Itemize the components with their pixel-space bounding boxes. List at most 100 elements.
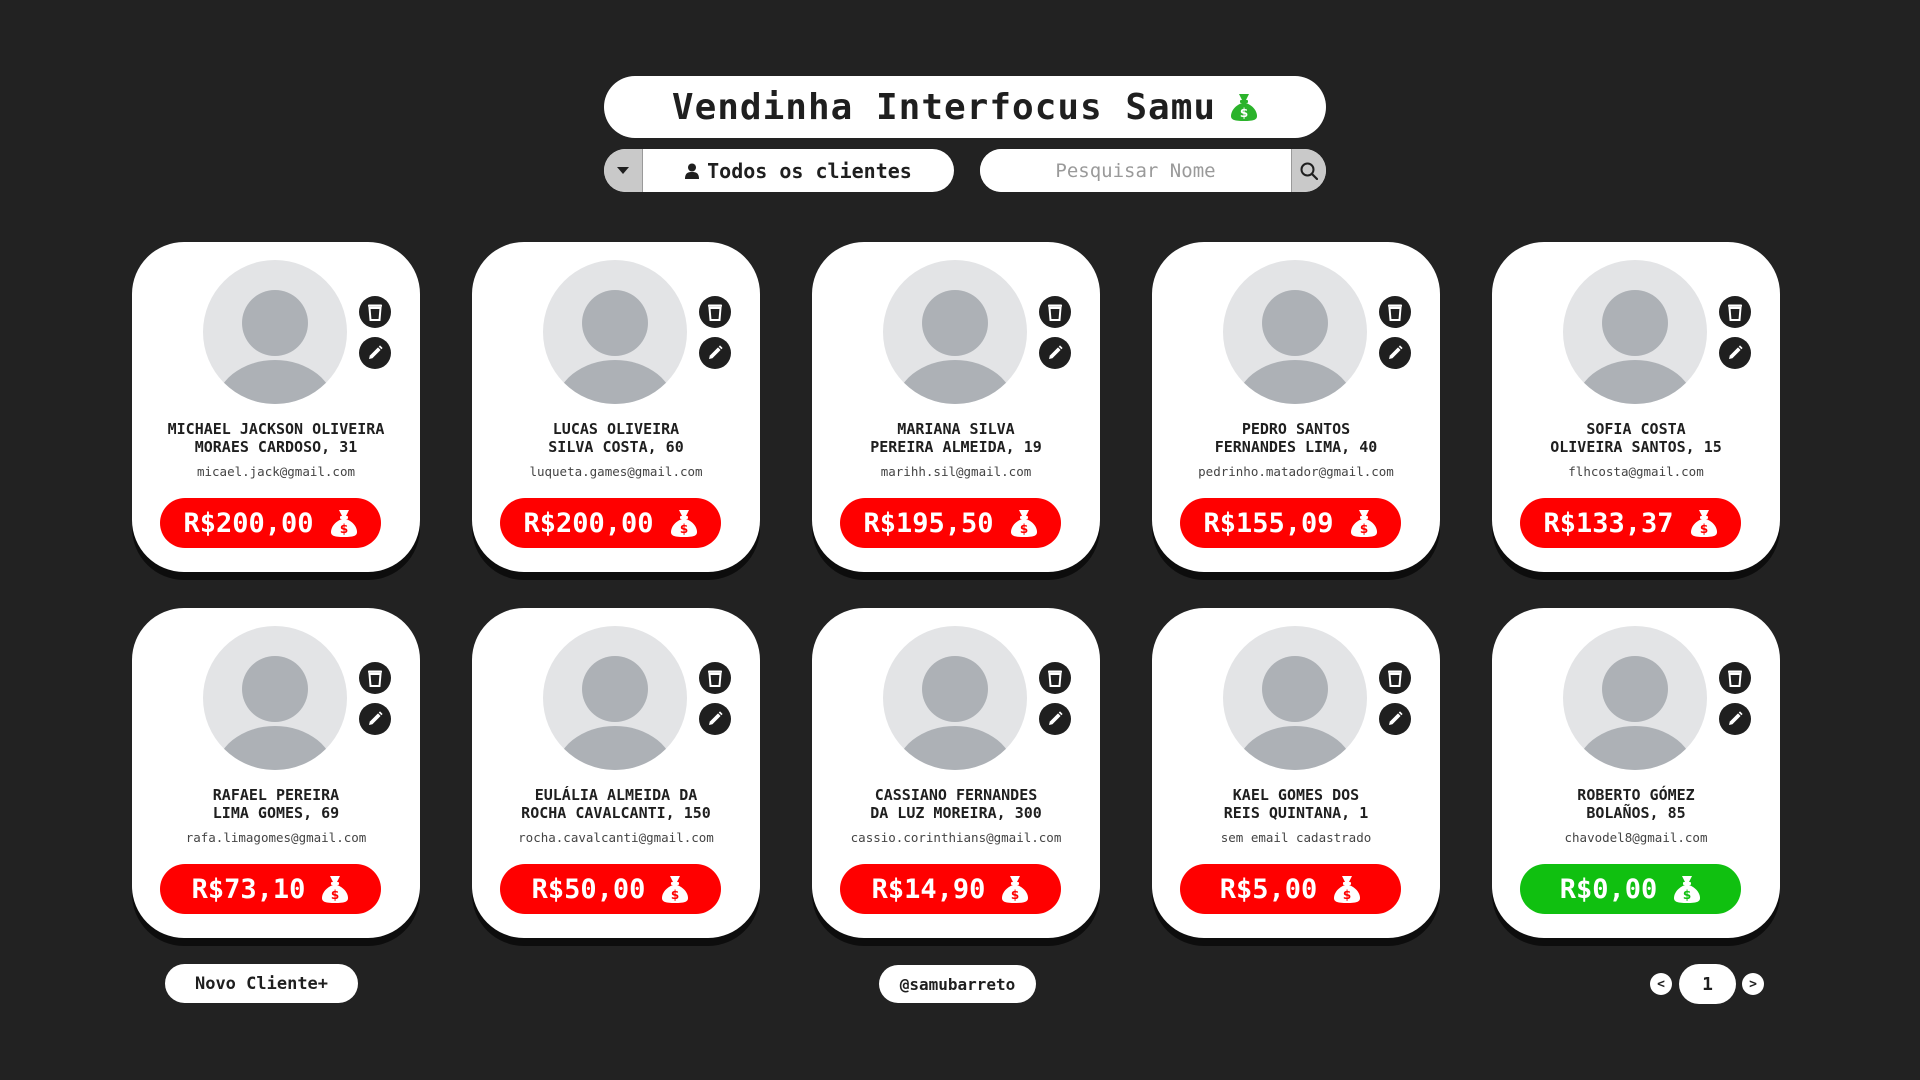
trash-icon [1728, 304, 1742, 321]
pencil-icon [1729, 345, 1743, 359]
client-name: PEDRO SANTOS FERNANDES LIMA, 40 [1162, 420, 1430, 456]
client-card: ROBERTO GÓMEZ BOLAÑOS, 85 chavodel8@gmai… [1492, 608, 1780, 938]
edit-client-button[interactable] [359, 337, 391, 369]
svg-text:$: $ [1683, 888, 1691, 902]
moneybag-icon: $ [330, 510, 357, 537]
search-input[interactable] [980, 149, 1291, 192]
edit-client-button[interactable] [1379, 337, 1411, 369]
pencil-icon [1049, 711, 1063, 725]
edit-client-button[interactable] [1379, 703, 1411, 735]
pagination-next-button[interactable]: > [1742, 973, 1764, 995]
client-email: rafa.limagomes@gmail.com [185, 830, 367, 845]
client-balance-value: R$155,09 [1203, 507, 1334, 539]
filter-dropdown-toggle[interactable] [604, 149, 643, 192]
client-balance-button[interactable]: R$200,00 $ [160, 498, 381, 548]
client-balance-value: R$0,00 [1559, 873, 1658, 905]
client-balance-button[interactable]: R$0,00 $ [1520, 864, 1741, 914]
delete-client-button[interactable] [699, 296, 731, 328]
delete-client-button[interactable] [1039, 296, 1071, 328]
client-filter[interactable]: Todos os clientes [604, 149, 954, 192]
author-credit-link[interactable]: @samubarreto [879, 965, 1036, 1003]
client-balance-button[interactable]: R$200,00 $ [500, 498, 721, 548]
client-email: flhcosta@gmail.com [1568, 464, 1704, 479]
delete-client-button[interactable] [359, 296, 391, 328]
new-client-button[interactable]: Novo Cliente+ [165, 964, 358, 1003]
delete-client-button[interactable] [1719, 296, 1751, 328]
delete-client-button[interactable] [1039, 662, 1071, 694]
moneybag-icon: $ [1674, 876, 1701, 903]
delete-client-button[interactable] [1379, 662, 1411, 694]
client-balance-button[interactable]: R$50,00 $ [500, 864, 721, 914]
client-card: KAEL GOMES DOS REIS QUINTANA, 1 sem emai… [1152, 608, 1440, 938]
client-balance-button[interactable]: R$133,37 $ [1520, 498, 1741, 548]
client-email: rocha.cavalcanti@gmail.com [518, 830, 714, 845]
pencil-icon [369, 711, 383, 725]
title-bar: Vendinha Interfocus Samu $ [604, 76, 1326, 138]
pencil-icon [1389, 345, 1403, 359]
client-name: CASSIANO FERNANDES DA LUZ MOREIRA, 300 [822, 786, 1090, 822]
client-name-line2: ROCHA CAVALCANTI, 150 [521, 804, 711, 822]
filter-selected[interactable]: Todos os clientes [643, 149, 954, 192]
client-name-line1: CASSIANO FERNANDES [874, 786, 1038, 804]
pencil-icon [1049, 345, 1063, 359]
trash-icon [708, 304, 722, 321]
svg-text:$: $ [1359, 522, 1367, 536]
edit-client-button[interactable] [1719, 703, 1751, 735]
moneybag-icon: $ [662, 876, 689, 903]
trash-icon [1388, 670, 1402, 687]
svg-text:$: $ [339, 522, 347, 536]
edit-client-button[interactable] [359, 703, 391, 735]
moneybag-icon: $ [1690, 510, 1717, 537]
client-card: CASSIANO FERNANDES DA LUZ MOREIRA, 300 c… [812, 608, 1100, 938]
delete-client-button[interactable] [359, 662, 391, 694]
client-name: MICHAEL JACKSON OLIVEIRA MORAES CARDOSO,… [142, 420, 410, 456]
default-avatar-icon [883, 626, 1027, 770]
client-balance-button[interactable]: R$73,10 $ [160, 864, 381, 914]
svg-text:$: $ [1019, 522, 1027, 536]
client-balance-button[interactable]: R$5,00 $ [1180, 864, 1401, 914]
client-name-line1: SOFIA COSTA [1586, 420, 1686, 438]
pencil-icon [709, 711, 723, 725]
pagination-prev-button[interactable]: < [1650, 973, 1672, 995]
pagination-current-page: 1 [1679, 964, 1736, 1004]
client-email: sem email cadastrado [1220, 830, 1372, 845]
client-name-line2: FERNANDES LIMA, 40 [1214, 438, 1378, 456]
client-name-line2: MORAES CARDOSO, 31 [194, 438, 358, 456]
trash-icon [1388, 304, 1402, 321]
delete-client-button[interactable] [1719, 662, 1751, 694]
delete-client-button[interactable] [1379, 296, 1411, 328]
trash-icon [1728, 670, 1742, 687]
delete-client-button[interactable] [699, 662, 731, 694]
default-avatar-icon [883, 260, 1027, 404]
edit-client-button[interactable] [699, 337, 731, 369]
edit-client-button[interactable] [1719, 337, 1751, 369]
edit-client-button[interactable] [1039, 337, 1071, 369]
client-balance-button[interactable]: R$155,09 $ [1180, 498, 1401, 548]
client-name-line2: DA LUZ MOREIRA, 300 [870, 804, 1042, 822]
trash-icon [708, 670, 722, 687]
search-button[interactable] [1291, 149, 1326, 192]
moneybag-icon: $ [322, 876, 349, 903]
default-avatar-icon [1223, 260, 1367, 404]
client-name-line2: BOLAÑOS, 85 [1586, 804, 1686, 822]
default-avatar-icon [203, 626, 347, 770]
client-balance-button[interactable]: R$14,90 $ [840, 864, 1061, 914]
client-name-line1: RAFAEL PEREIRA [212, 786, 340, 804]
client-balance-value: R$73,10 [191, 873, 306, 905]
edit-client-button[interactable] [699, 703, 731, 735]
moneybag-icon: $ [670, 510, 697, 537]
svg-text:$: $ [679, 522, 687, 536]
client-card: EULÁLIA ALMEIDA DA ROCHA CAVALCANTI, 150… [472, 608, 760, 938]
client-name-line2: PEREIRA ALMEIDA, 19 [870, 438, 1042, 456]
default-avatar-icon [1563, 626, 1707, 770]
pencil-icon [709, 345, 723, 359]
svg-text:$: $ [671, 888, 679, 902]
svg-text:$: $ [331, 888, 339, 902]
client-name-line2: LIMA GOMES, 69 [212, 804, 340, 822]
edit-client-button[interactable] [1039, 703, 1071, 735]
default-avatar-icon [1563, 260, 1707, 404]
client-balance-button[interactable]: R$195,50 $ [840, 498, 1061, 548]
svg-text:$: $ [1240, 106, 1248, 120]
moneybag-icon: $ [1010, 510, 1037, 537]
moneybag-icon: $ [1231, 94, 1258, 121]
